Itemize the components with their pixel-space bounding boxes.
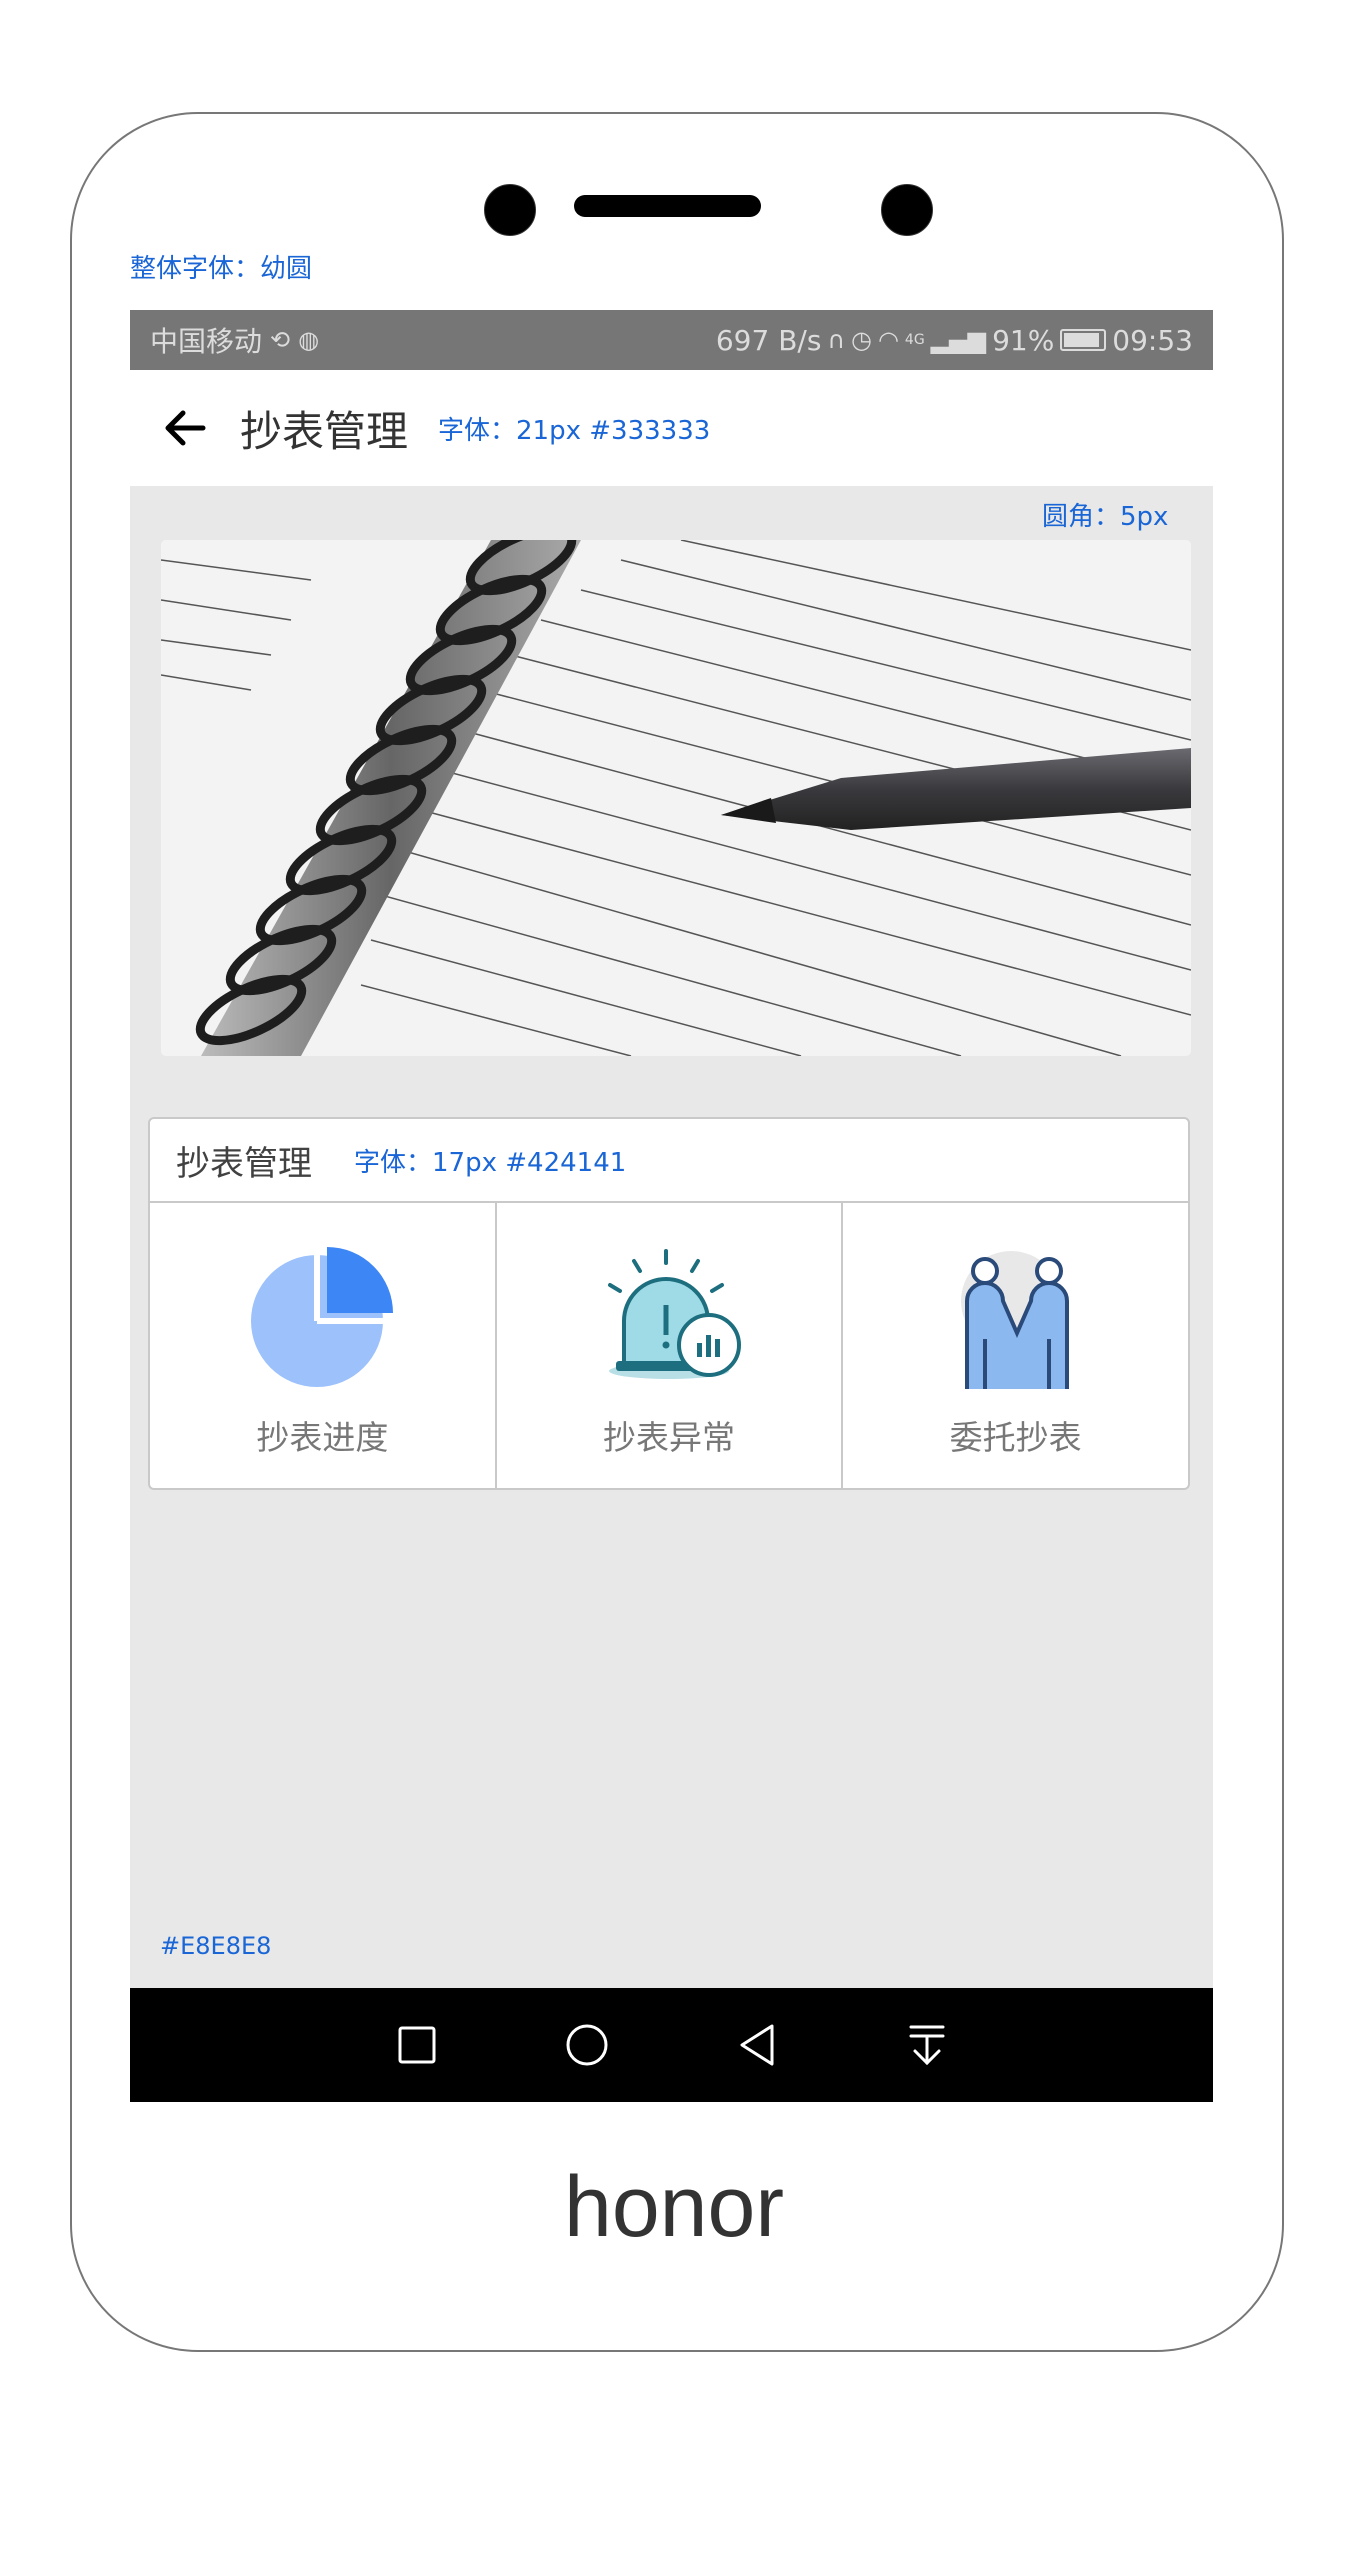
card-font-annotation: 字体：17px #424141 — [354, 1147, 627, 1178]
title-font-annotation: 字体：21px #333333 — [438, 415, 711, 446]
brand-logo: honor — [564, 2159, 784, 2255]
reading-exception-button[interactable]: 抄表异常 — [494, 1203, 842, 1488]
feature-grid: 抄表进度 抄表异常 委托抄表 — [150, 1203, 1188, 1488]
page-title: 抄表管理 — [240, 406, 409, 456]
handshake-icon — [960, 1251, 1069, 1389]
alarm-clock-icon: ◷ — [851, 326, 872, 354]
back-nav-button[interactable] — [727, 2015, 787, 2075]
navigation-bar — [130, 1988, 1213, 2102]
reading-progress-label: 抄表进度 — [256, 1418, 389, 1457]
reading-exception-label: 抄表异常 — [603, 1418, 735, 1457]
wifi-icon: ◠ — [877, 326, 899, 354]
home-button[interactable] — [557, 2015, 617, 2075]
app-screen: 中国移动 ⟲ ◍ 697 B/s ∩ ◷ ◠ 4G ▂▄▆ 91% 09:53 … — [130, 310, 1213, 2100]
triangle-back-icon — [740, 2024, 773, 2066]
notification-shade-button[interactable] — [897, 2015, 957, 2075]
card-header: 抄表管理 字体：17px #424141 — [150, 1119, 1188, 1203]
recent-apps-button[interactable] — [387, 2015, 447, 2075]
circle-icon — [566, 2024, 607, 2066]
background-color-annotation: #E8E8E8 — [160, 1932, 272, 1960]
entrusted-reading-label: 委托抄表 — [949, 1418, 1082, 1457]
back-button[interactable] — [130, 408, 240, 448]
notebook-pencil-illustration — [161, 540, 1191, 1056]
battery-icon — [1060, 329, 1107, 351]
reading-progress-button[interactable]: 抄表进度 — [150, 1203, 495, 1488]
entrusted-reading-button[interactable]: 委托抄表 — [841, 1203, 1188, 1488]
signal-type: 4G — [904, 332, 925, 348]
sensor — [881, 184, 933, 236]
front-camera — [484, 184, 536, 236]
radius-annotation: 圆角：5px — [1042, 502, 1169, 532]
battery-percent: 91% — [992, 323, 1055, 357]
meter-reading-card: 抄表管理 字体：17px #424141 抄表进度 抄表异常 委托抄表 — [148, 1117, 1190, 1490]
headset-icon: ∩ — [827, 326, 846, 354]
card-title: 抄表管理 — [176, 1143, 312, 1184]
network-speed: 697 B/s — [715, 323, 822, 357]
status-bar: 中国移动 ⟲ ◍ 697 B/s ∩ ◷ ◠ 4G ▂▄▆ 91% 09:53 — [130, 310, 1213, 370]
alarm-icon — [608, 1249, 741, 1379]
download-icon — [909, 2025, 944, 2066]
arrow-left-icon — [165, 410, 206, 446]
banner-image — [161, 540, 1191, 1056]
font-annotation: 整体字体：幼圆 — [130, 254, 313, 284]
carrier-label: 中国移动 — [150, 325, 263, 358]
square-icon — [398, 2026, 435, 2064]
signal-bars-icon: ▂▄▆ — [930, 326, 987, 354]
wechat-icon: ◍ — [298, 326, 320, 354]
title-bar: 抄表管理 字体：21px #333333 — [130, 370, 1213, 486]
earpiece-speaker — [574, 195, 761, 217]
app-notification-icon: ⟲ — [270, 326, 291, 354]
clock: 09:53 — [1112, 323, 1193, 357]
pie-chart-icon — [251, 1247, 394, 1387]
